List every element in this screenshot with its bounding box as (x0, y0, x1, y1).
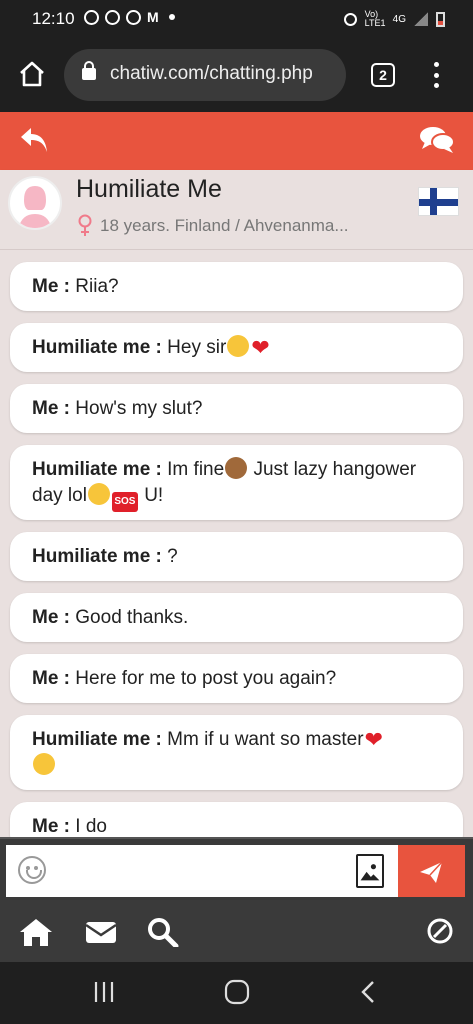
sync-icon (105, 9, 120, 25)
see-no-evil-monkey-emoji-icon (225, 457, 248, 479)
message-bubble: Humiliate me : ? (10, 532, 463, 581)
alert-icon (126, 9, 141, 25)
chat-partner-profile: Humiliate Me 18 years. Finland / Ahvenan… (0, 170, 473, 250)
message-bubble: Me : Riia? (10, 262, 463, 311)
status-time: 12:10 (32, 9, 75, 28)
message-sender: Me : (32, 607, 70, 628)
send-image-icon[interactable] (356, 854, 384, 888)
site-bottom-nav (0, 900, 473, 962)
emoji-picker-icon[interactable] (18, 856, 46, 884)
recent-apps-icon[interactable] (93, 981, 115, 1003)
system-navigation-bar (0, 962, 473, 1024)
status-notification-icons: M (84, 9, 175, 25)
message-input[interactable] (6, 845, 398, 897)
sos-emoji-icon: SOS (111, 492, 138, 512)
whatsapp-icon (84, 9, 99, 25)
signal-icon (414, 12, 428, 26)
alarm-icon (343, 12, 357, 26)
chat-header (0, 112, 473, 170)
message-list[interactable]: Me : Riia? Humiliate me : Hey sir ❤ Me : … (0, 250, 473, 837)
message-text: ? (167, 546, 178, 567)
message-bubble: Me : Good thanks. (10, 593, 463, 642)
home-icon[interactable] (19, 917, 53, 947)
kiss-emoji-icon (33, 753, 55, 775)
lock-icon (82, 61, 96, 80)
message-text: Im fine (167, 459, 225, 480)
browser-toolbar: chatiw.com/chatting.php 2 (0, 38, 473, 112)
avatar[interactable] (8, 176, 62, 230)
message-text: Here for me to post you again? (75, 668, 337, 689)
gmail-icon: M (147, 9, 159, 25)
partner-name: Humiliate Me (76, 175, 222, 203)
status-bar: 12:10 M Vo) LTE1 4G (0, 0, 473, 38)
message-bubble: Me : Here for me to post you again? (10, 654, 463, 703)
mail-icon[interactable] (84, 917, 118, 947)
home-circle-icon[interactable] (224, 979, 250, 1005)
message-sender: Humiliate me : (32, 546, 162, 567)
message-bubble: Me : How's my slut? (10, 384, 463, 433)
message-text: How's my slut? (75, 398, 203, 419)
message-composer (0, 837, 473, 900)
heart-emoji-icon: ❤ (364, 727, 383, 752)
message-sender: Me : (32, 816, 70, 837)
send-button[interactable] (398, 845, 465, 897)
message-bubble: Humiliate me : Im fine Just lazy hangowe… (10, 445, 463, 520)
url-text: chatiw.com/chatting.php (110, 63, 313, 84)
block-icon[interactable] (426, 917, 454, 947)
finland-flag-icon (418, 187, 459, 216)
message-sender: Humiliate me : (32, 729, 162, 750)
message-text: Mm if u want so master (167, 729, 364, 750)
browser-home-icon[interactable] (18, 60, 46, 88)
back-reply-icon[interactable] (18, 125, 50, 155)
partner-details: 18 years. Finland / Ahvenanma... (76, 214, 349, 238)
message-bubble: Me : I do (10, 802, 463, 837)
heart-emoji-icon: ❤ (251, 335, 270, 360)
message-sender: Humiliate me : (32, 337, 162, 358)
message-text: Good thanks. (75, 607, 189, 628)
back-chevron-icon[interactable] (360, 980, 376, 1004)
message-bubble: Humiliate me : Mm if u want so master❤ (10, 715, 463, 790)
conversations-icon[interactable] (419, 125, 455, 155)
browser-menu-icon[interactable] (430, 62, 442, 88)
message-sender: Humiliate me : (32, 459, 162, 480)
message-text: I do (75, 816, 107, 837)
star-eyes-emoji-icon (227, 335, 250, 357)
partner-age-location: 18 years. Finland / Ahvenanma... (100, 216, 349, 235)
message-bubble: Humiliate me : Hey sir ❤ (10, 323, 463, 372)
message-text: Riia? (75, 276, 119, 297)
address-bar[interactable]: chatiw.com/chatting.php (64, 49, 346, 101)
female-icon (78, 214, 92, 236)
rofl-emoji-icon (87, 483, 110, 505)
message-sender: Me : (32, 398, 70, 419)
message-text: U! (138, 485, 164, 506)
more-notifications-icon (168, 14, 175, 20)
message-sender: Me : (32, 276, 70, 297)
search-icon[interactable] (146, 917, 180, 947)
network-indicator: 4G (392, 13, 406, 25)
message-text: Hey sir (167, 337, 227, 358)
battery-icon (436, 11, 445, 27)
volte-indicator: Vo) LTE1 (364, 9, 386, 28)
tab-switcher-button[interactable]: 2 (371, 63, 395, 87)
message-sender: Me : (32, 668, 70, 689)
status-system-icons: Vo) LTE1 4G (343, 9, 445, 28)
